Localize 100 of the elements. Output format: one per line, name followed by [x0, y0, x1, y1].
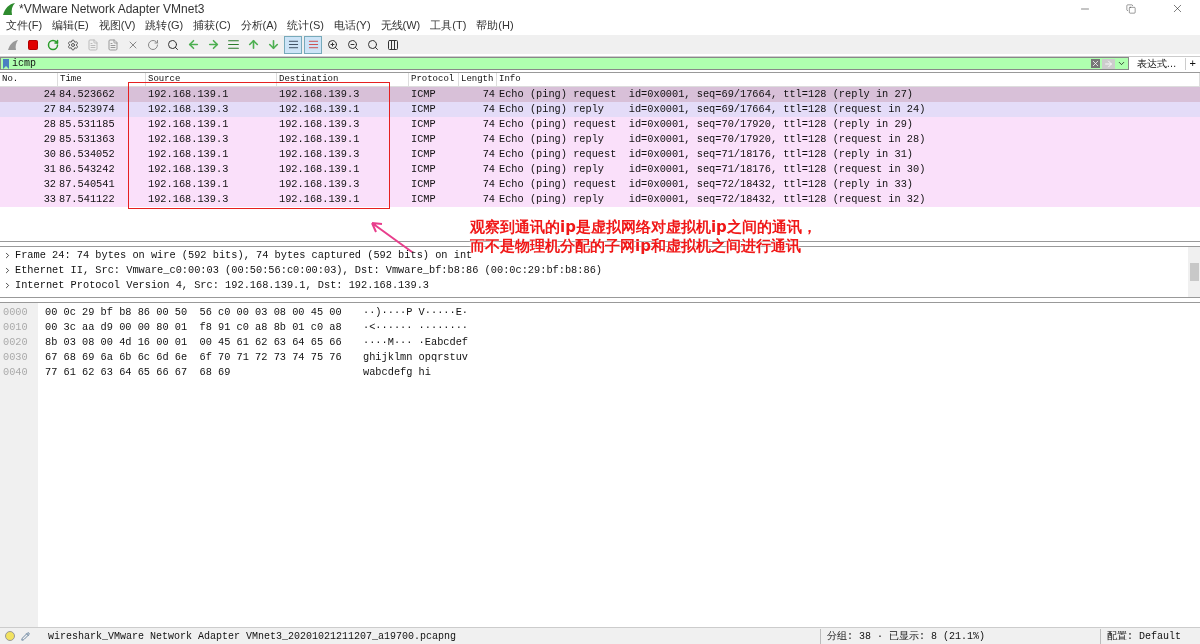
hex-bytes: 67 68 69 6a 6b 6c 6d 6e 6f 70 71 72 73 74 75 76 — [45, 350, 343, 365]
menu-item[interactable]: 无线(W) — [380, 17, 421, 34]
table-cell-text: 192.168.139.1 — [278, 131, 361, 147]
packet-row[interactable]: 29 85.531363 192.168.139.3 192.168.139.1 ICMP 74 Echo (ping) reply id=0x0001, seq=70/17920, ttl=128 (request in 28) — [0, 132, 1200, 147]
packet-row[interactable]: 24 84.523662 192.168.139.1 192.168.139.3 ICMP 74 Echo (ping) request id=0x0001, seq=69/17664, ttl=128 (reply in 27) — [0, 87, 1200, 102]
table-cell-text: Echo (ping) reply id=0x0001, seq=71/18176, ttl=128 (request in 30) — [498, 161, 927, 177]
menu-item[interactable]: 分析(A) — [240, 17, 278, 34]
table-cell-text: Echo (ping) request id=0x0001, seq=70/17920, ttl=128 (reply in 29) — [498, 116, 914, 132]
packet-number: 32 — [42, 176, 57, 192]
table-cell-text: 87.541122 — [58, 191, 116, 207]
table-cell-text: Echo (ping) reply id=0x0001, seq=70/17920, ttl=128 (request in 28) — [498, 131, 927, 147]
table-cell-text: 74 — [481, 86, 496, 102]
lines-icon — [307, 39, 319, 50]
detail-row[interactable]: Internet Protocol Version 4, Src: 192.168.139.1, Dst: 192.168.139.3 — [15, 277, 429, 294]
info-column-header[interactable]: Info — [499, 72, 521, 87]
table-cell-text: 192.168.139.1 — [147, 116, 230, 132]
table-cell-text: 192.168.139.3 — [147, 161, 230, 177]
protocol-column-header[interactable]: Protocol — [411, 72, 455, 87]
expression-button[interactable]: 表达式… — [1128, 56, 1185, 71]
scrollbar[interactable] — [1188, 247, 1200, 297]
shark-fin-icon — [2, 1, 16, 16]
byte-offset: 0020 — [2, 335, 29, 350]
menu-item[interactable]: 统计(S) — [287, 17, 324, 34]
table-cell-text: 86.534052 — [58, 146, 116, 162]
hex-bytes: 8b 03 08 00 4d 16 00 01 00 45 61 62 63 64 65 66 — [45, 335, 343, 350]
table-cell-text: 192.168.139.1 — [278, 101, 361, 117]
time-column-header[interactable]: Time — [60, 72, 82, 87]
annotation-text: 而不是物理机分配的子网ip和虚拟机之间进行通讯 — [470, 237, 802, 255]
packet-number: 27 — [42, 101, 57, 117]
source-column-header[interactable]: Source — [148, 72, 181, 87]
packet-row[interactable]: 33 87.541122 192.168.139.3 192.168.139.1 ICMP 74 Echo (ping) reply id=0x0001, seq=72/18432, ttl=128 (request in 32) — [0, 192, 1200, 207]
menu-item[interactable]: 文件(F) — [6, 17, 43, 34]
table-cell-text: ICMP — [410, 131, 437, 147]
table-cell-text: ICMP — [410, 176, 437, 192]
number-column-header[interactable]: No. — [2, 72, 19, 87]
lines-icon — [287, 39, 299, 50]
table-cell-text: ICMP — [410, 86, 437, 102]
destination-column-header[interactable]: Destination — [279, 72, 339, 87]
byte-offset: 0010 — [2, 320, 29, 335]
table-cell-text: 192.168.139.3 — [278, 116, 361, 132]
table-cell-text: 74 — [481, 191, 496, 207]
table-cell-text: 74 — [481, 131, 496, 147]
ascii-bytes: ·<······ ········ — [363, 320, 469, 335]
table-cell-text: 86.543242 — [58, 161, 116, 177]
ascii-bytes: ··)····P V·····E· — [363, 305, 469, 320]
packet-counts: 分组: 38 · 已显示: 8 (21.1%) — [820, 628, 1100, 644]
menu-item[interactable]: 捕获(C) — [193, 17, 231, 34]
table-cell-text: Echo (ping) request id=0x0001, seq=69/17664, ttl=128 (reply in 27) — [498, 86, 914, 102]
display-filter-field[interactable]: icmp — [0, 57, 1129, 70]
table-cell-text: 192.168.139.3 — [147, 131, 230, 147]
packet-number: 31 — [42, 161, 57, 177]
packet-number: 30 — [42, 146, 57, 162]
table-cell-text: 192.168.139.1 — [278, 161, 361, 177]
table-cell-text: 74 — [481, 146, 496, 162]
menu-item[interactable]: 帮助(H) — [476, 17, 514, 34]
table-cell-text: ICMP — [410, 101, 437, 117]
hex-bytes: 00 0c 29 bf b8 86 00 50 56 c0 00 03 08 00 45 00 — [45, 305, 343, 320]
menu-item[interactable]: 编辑(E) — [52, 17, 89, 34]
table-cell-text: Echo (ping) reply id=0x0001, seq=69/17664, ttl=128 (request in 24) — [498, 101, 927, 117]
ascii-bytes: ····M··· ·Eabcdef — [363, 335, 469, 350]
table-cell-text: 192.168.139.1 — [278, 191, 361, 207]
autoscroll-toggle[interactable] — [284, 35, 302, 54]
add-filter-button[interactable]: + — [1184, 57, 1200, 70]
byte-offset: 0030 — [2, 350, 29, 365]
packet-row[interactable]: 30 86.534052 192.168.139.1 192.168.139.3 ICMP 74 Echo (ping) request id=0x0001, seq=71/18176, ttl=128 (reply in 31) — [0, 147, 1200, 162]
table-cell-text: ICMP — [410, 161, 437, 177]
packet-row[interactable]: 32 87.540541 192.168.139.1 192.168.139.3 ICMP 74 Echo (ping) request id=0x0001, seq=72/18432, ttl=128 (reply in 33) — [0, 177, 1200, 192]
table-cell-text: 84.523662 — [58, 86, 116, 102]
edit-comment-icon — [21, 631, 30, 641]
menu-item[interactable]: 工具(T) — [430, 17, 467, 34]
table-cell-text: ICMP — [410, 191, 437, 207]
packet-row[interactable]: 31 86.543242 192.168.139.3 192.168.139.1 ICMP 74 Echo (ping) reply id=0x0001, seq=71/18176, ttl=128 (request in 30) — [0, 162, 1200, 177]
table-cell-text: 192.168.139.1 — [147, 176, 230, 192]
length-column-header[interactable]: Length — [461, 72, 494, 87]
table-cell-text: 192.168.139.3 — [278, 176, 361, 192]
status-indicator-icon[interactable] — [5, 631, 15, 641]
packet-number: 33 — [42, 191, 57, 207]
table-cell-text: 85.531185 — [58, 116, 116, 132]
profile-label[interactable]: 配置: Default — [1100, 628, 1200, 644]
restore-icon[interactable] — [1126, 3, 1136, 14]
packet-number: 29 — [42, 131, 57, 147]
clear-icon — [1090, 59, 1100, 68]
table-cell-text: 74 — [481, 176, 496, 192]
menu-item[interactable]: 电话(Y) — [333, 17, 371, 34]
colorize-toggle[interactable] — [304, 35, 322, 54]
packet-row[interactable]: 28 85.531185 192.168.139.1 192.168.139.3 ICMP 74 Echo (ping) request id=0x0001, seq=70/17920, ttl=128 (reply in 29) — [0, 117, 1200, 132]
menu-item[interactable]: 视图(V) — [98, 17, 136, 34]
hex-bytes: 77 61 62 63 64 65 66 67 68 69 — [45, 365, 232, 380]
table-cell-text: ICMP — [410, 116, 437, 132]
byte-offset: 0000 — [2, 305, 29, 320]
packet-row[interactable]: 27 84.523974 192.168.139.3 192.168.139.1 ICMP 74 Echo (ping) reply id=0x0001, seq=69/17664, ttl=128 (request in 24) — [0, 102, 1200, 117]
table-cell-text: 74 — [481, 161, 496, 177]
filter-text: icmp — [12, 58, 36, 69]
table-cell-text: 87.540541 — [58, 176, 116, 192]
detail-row[interactable]: Ethernet II, Src: Vmware_c0:00:03 (00:50:56:c0:00:03), Dst: Vmware_bf:b8:86 (00:0c:29:bf:b8:86) — [15, 262, 603, 279]
capture-file-name: wireshark_VMware Network Adapter VMnet3_20201021211207_a19700.pcapng — [48, 629, 457, 644]
packet-number: 24 — [42, 86, 57, 102]
dropdown-caret-icon — [1116, 59, 1126, 68]
menu-item[interactable]: 跳转(G) — [145, 17, 184, 34]
table-cell-text: 192.168.139.1 — [147, 146, 230, 162]
